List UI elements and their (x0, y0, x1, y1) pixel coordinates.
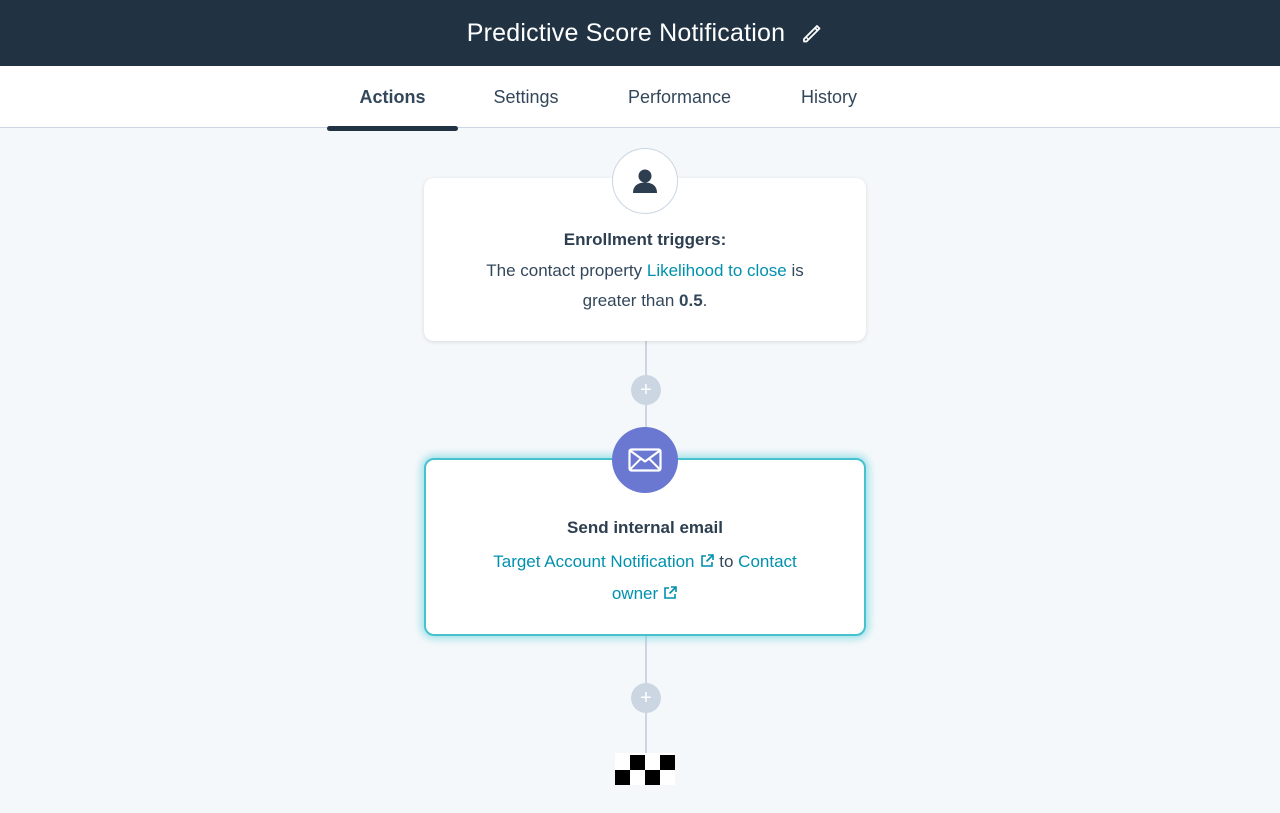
add-action-button[interactable]: + (631, 375, 661, 405)
action-heading: Send internal email (567, 518, 723, 537)
email-link-label: Target Account Notification (493, 552, 695, 571)
action-text-middle: to (719, 552, 734, 571)
email-link[interactable]: Target Account Notification (493, 552, 714, 571)
external-link-icon (699, 548, 715, 567)
tab-history-label: History (800, 86, 857, 107)
plus-icon: + (640, 687, 652, 709)
tab-actions-label: Actions (359, 86, 426, 107)
pencil-icon[interactable] (801, 22, 823, 44)
tab-settings[interactable]: Settings (470, 66, 582, 128)
workflow-header: Predictive Score Notification (0, 0, 1280, 66)
tab-performance-label: Performance (627, 86, 732, 107)
tab-history[interactable]: History (784, 66, 874, 128)
tab-bar: Actions Settings Performance History (0, 66, 1280, 131)
trigger-text-before: The contact property (486, 261, 647, 280)
plus-icon: + (640, 379, 652, 401)
property-link[interactable]: Likelihood to close (647, 261, 787, 280)
trigger-text-after: . (702, 291, 708, 310)
checkered-flag-icon (615, 753, 675, 785)
tab-performance[interactable]: Performance (612, 66, 747, 128)
trigger-description: The contact property Likelihood to close… (424, 256, 866, 316)
trigger-heading: Enrollment triggers: (563, 230, 727, 249)
external-link-icon (662, 580, 678, 599)
workflow-title[interactable]: Predictive Score Notification (467, 19, 785, 48)
workflow-canvas: Enrollment triggers: The contact propert… (0, 128, 1280, 813)
envelope-icon (612, 427, 678, 493)
contact-person-icon (612, 148, 678, 214)
tab-settings-label: Settings (493, 86, 559, 107)
title-wrap: Predictive Score Notification (467, 19, 823, 48)
tab-actions[interactable]: Actions (327, 66, 458, 131)
add-action-button[interactable]: + (631, 683, 661, 713)
action-description: Target Account Notification to Contact o… (426, 546, 864, 610)
trigger-value: 0.5 (679, 291, 703, 310)
